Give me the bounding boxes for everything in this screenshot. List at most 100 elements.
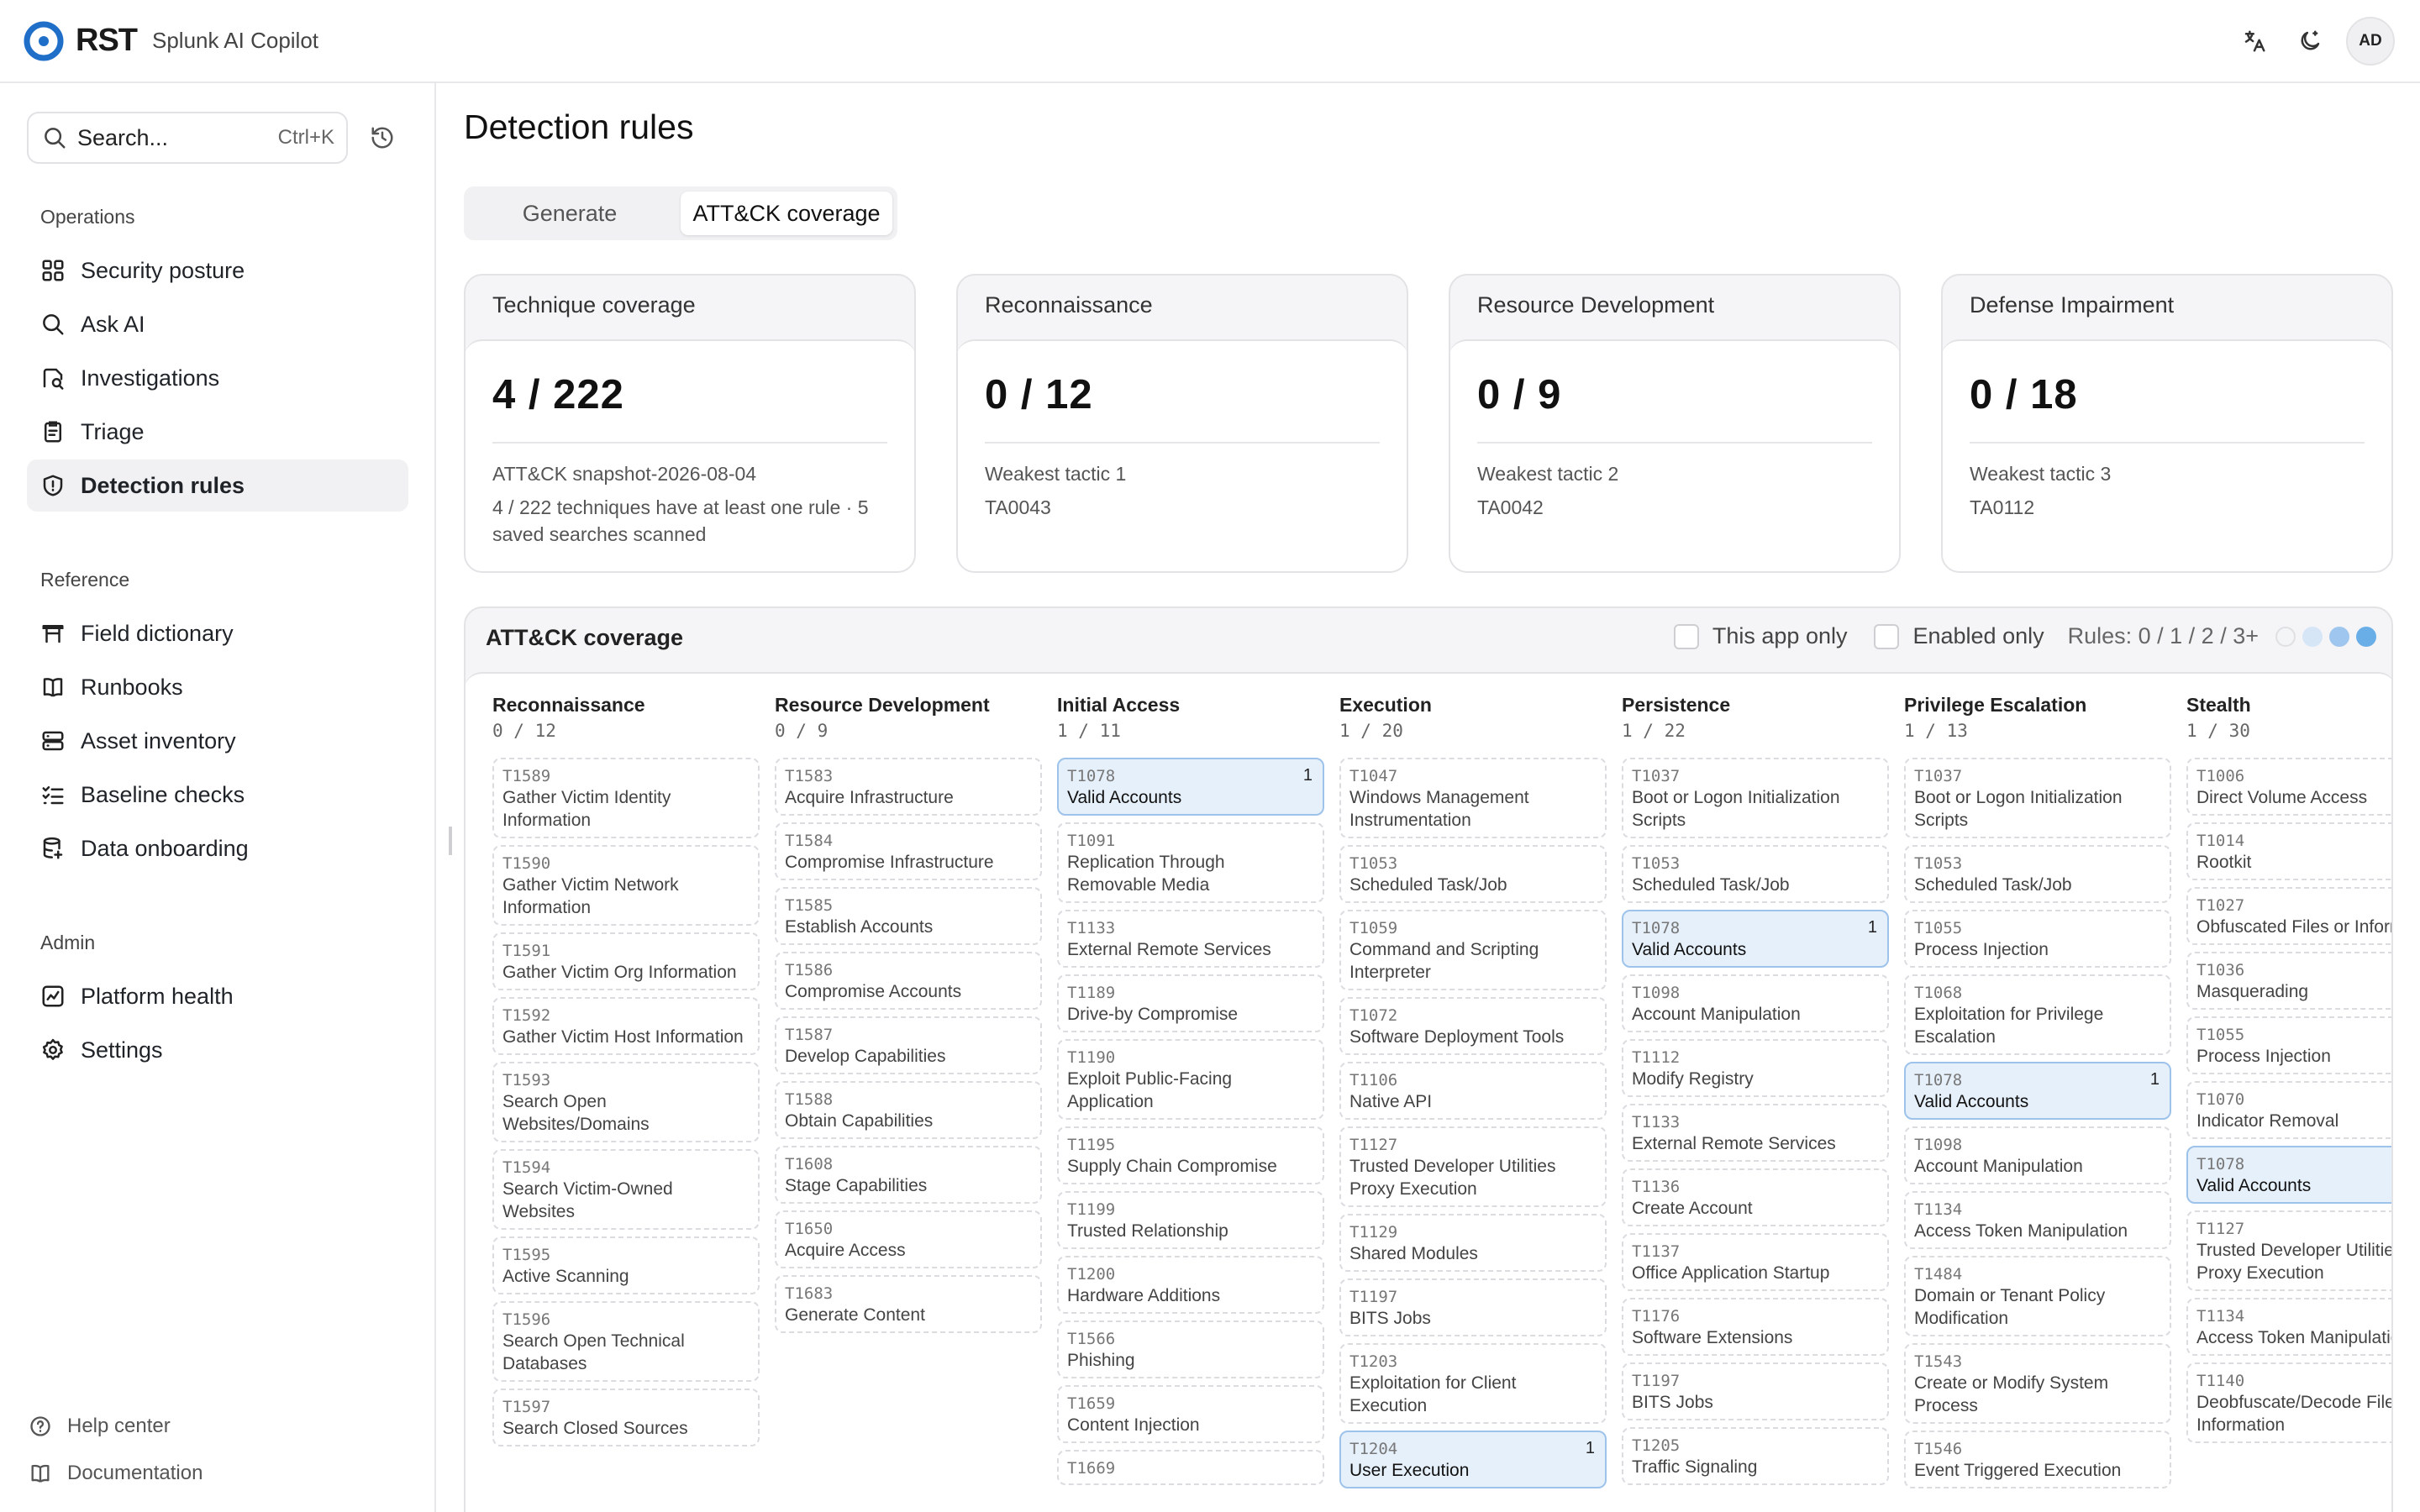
technique-cell-t1543[interactable]: T1543 Create or Modify System Process bbox=[1904, 1343, 2171, 1424]
technique-cell-t1197[interactable]: T1197 BITS Jobs bbox=[1622, 1362, 1889, 1420]
top-bar: RST Splunk AI Copilot AD bbox=[0, 0, 2420, 83]
technique-cell-t1106[interactable]: T1106 Native API bbox=[1339, 1062, 1607, 1120]
technique-cell-t1591[interactable]: T1591 Gather Victim Org Information bbox=[492, 932, 760, 990]
enabled-only-checkbox[interactable] bbox=[1874, 623, 1900, 649]
technique-cell-t1078[interactable]: T1078Valid Accounts1 bbox=[2186, 1146, 2391, 1204]
technique-cell-t1055[interactable]: T1055 Process Injection bbox=[1904, 910, 2171, 968]
technique-cell-t1134[interactable]: T1134 Access Token Manipulation bbox=[1904, 1191, 2171, 1249]
technique-cell-t1203[interactable]: T1203 Exploitation for Client Execution bbox=[1339, 1343, 1607, 1424]
nav-ask-ai[interactable]: Ask AI bbox=[27, 298, 408, 350]
nav-field-dictionary[interactable]: Field dictionary bbox=[27, 607, 408, 659]
technique-cell-t1197[interactable]: T1197 BITS Jobs bbox=[1339, 1278, 1607, 1336]
technique-cell-t1595[interactable]: T1595 Active Scanning bbox=[492, 1236, 760, 1294]
technique-cell-t1594[interactable]: T1594 Search Victim-Owned Websites bbox=[492, 1149, 760, 1230]
technique-cell-t1078[interactable]: T1078Valid Accounts1 bbox=[1904, 1062, 2171, 1120]
technique-cell-t1683[interactable]: T1683 Generate Content bbox=[775, 1275, 1042, 1333]
technique-cell-t1205[interactable]: T1205 Traffic Signaling bbox=[1622, 1427, 1889, 1485]
nav-detection-rules[interactable]: Detection rules bbox=[27, 459, 408, 512]
technique-cell-t1199[interactable]: T1199 Trusted Relationship bbox=[1057, 1191, 1324, 1249]
technique-cell-t1070[interactable]: T1070 Indicator Removal bbox=[2186, 1081, 2391, 1139]
technique-cell-t1068[interactable]: T1068 Exploitation for Privilege Escalati… bbox=[1904, 974, 2171, 1055]
enabled-only-label[interactable]: Enabled only bbox=[1912, 623, 2044, 649]
nav-platform-health[interactable]: Platform health bbox=[27, 970, 408, 1022]
technique-cell-t1037[interactable]: T1037 Boot or Logon Initialization Script… bbox=[1904, 758, 2171, 838]
technique-cell-t1006[interactable]: T1006 Direct Volume Access bbox=[2186, 758, 2391, 816]
technique-cell-t1608[interactable]: T1608 Stage Capabilities bbox=[775, 1146, 1042, 1204]
technique-cell-t1596[interactable]: T1596 Search Open Technical Databases bbox=[492, 1301, 760, 1382]
technique-cell-t1593[interactable]: T1593 Search Open Websites/Domains bbox=[492, 1062, 760, 1142]
nav-runbooks[interactable]: Runbooks bbox=[27, 661, 408, 713]
this-app-only-checkbox[interactable] bbox=[1673, 623, 1699, 649]
technique-cell-t1484[interactable]: T1484 Domain or Tenant Policy Modificatio… bbox=[1904, 1256, 2171, 1336]
documentation-link[interactable]: Documentation bbox=[27, 1460, 203, 1487]
technique-cell-t1053[interactable]: T1053 Scheduled Task/Job bbox=[1622, 845, 1889, 903]
technique-cell-t1127[interactable]: T1127 Trusted Developer Utilities Proxy E… bbox=[1339, 1126, 1607, 1207]
nav-baseline-checks[interactable]: Baseline checks bbox=[27, 769, 408, 821]
search-input[interactable]: Search... Ctrl+K bbox=[27, 112, 348, 164]
this-app-only-label[interactable]: This app only bbox=[1712, 623, 1848, 649]
technique-cell-t1597[interactable]: T1597 Search Closed Sources bbox=[492, 1389, 760, 1446]
technique-cell-t1659[interactable]: T1659 Content Injection bbox=[1057, 1385, 1324, 1443]
technique-cell-t1587[interactable]: T1587 Develop Capabilities bbox=[775, 1016, 1042, 1074]
nav-triage[interactable]: Triage bbox=[27, 406, 408, 458]
theme-toggle-icon[interactable] bbox=[2291, 18, 2329, 65]
technique-id: T1055 bbox=[1914, 919, 1963, 937]
technique-cell-t1204[interactable]: T1204 User Execution 1 bbox=[1339, 1431, 1607, 1488]
technique-cell-t1036[interactable]: T1036 Masquerading bbox=[2186, 952, 2391, 1010]
technique-cell-t1586[interactable]: T1586 Compromise Accounts bbox=[775, 952, 1042, 1010]
user-avatar[interactable]: AD bbox=[2346, 17, 2395, 66]
tab-generate[interactable]: Generate bbox=[469, 192, 671, 235]
technique-cell-t1134[interactable]: T1134 Access Token Manipulation bbox=[2186, 1298, 2391, 1356]
technique-cell-t1592[interactable]: T1592 Gather Victim Host Information bbox=[492, 997, 760, 1055]
technique-cell-t1053[interactable]: T1053 Scheduled Task/Job bbox=[1904, 845, 2171, 903]
technique-cell-t1584[interactable]: T1584 Compromise Infrastructure bbox=[775, 822, 1042, 880]
nav-asset-inventory[interactable]: Asset inventory bbox=[27, 715, 408, 767]
technique-cell-t1589[interactable]: T1589 Gather Victim Identity Information bbox=[492, 758, 760, 838]
technique-cell-t1133[interactable]: T1133 External Remote Services bbox=[1057, 910, 1324, 968]
technique-cell-t1190[interactable]: T1190 Exploit Public-Facing Application bbox=[1057, 1039, 1324, 1120]
technique-cell-t1669[interactable]: T1669 bbox=[1057, 1450, 1324, 1485]
technique-cell-t1098[interactable]: T1098 Account Manipulation bbox=[1904, 1126, 2171, 1184]
technique-cell-t1195[interactable]: T1195 Supply Chain Compromise bbox=[1057, 1126, 1324, 1184]
technique-cell-t1078[interactable]: T1078Valid Accounts1 bbox=[1057, 758, 1324, 816]
technique-cell-t1078[interactable]: T1078Valid Accounts1 bbox=[1622, 910, 1889, 968]
technique-cell-t1566[interactable]: T1566 Phishing bbox=[1057, 1320, 1324, 1378]
technique-cell-t1027[interactable]: T1027 Obfuscated Files or Information bbox=[2186, 887, 2391, 945]
technique-cell-t1053[interactable]: T1053 Scheduled Task/Job bbox=[1339, 845, 1607, 903]
technique-cell-t1176[interactable]: T1176 Software Extensions bbox=[1622, 1298, 1889, 1356]
help-center-link[interactable]: Help center bbox=[27, 1413, 171, 1440]
technique-cell-t1133[interactable]: T1133 External Remote Services bbox=[1622, 1104, 1889, 1162]
nav-investigations[interactable]: Investigations bbox=[27, 352, 408, 404]
nav-settings[interactable]: Settings bbox=[27, 1024, 408, 1076]
technique-cell-t1136[interactable]: T1136 Create Account bbox=[1622, 1168, 1889, 1226]
translate-icon[interactable] bbox=[2235, 18, 2274, 65]
technique-cell-t1098[interactable]: T1098 Account Manipulation bbox=[1622, 974, 1889, 1032]
technique-cell-t1129[interactable]: T1129 Shared Modules bbox=[1339, 1214, 1607, 1272]
technique-cell-t1590[interactable]: T1590 Gather Victim Network Information bbox=[492, 845, 760, 926]
technique-cell-t1037[interactable]: T1037 Boot or Logon Initialization Script… bbox=[1622, 758, 1889, 838]
technique-cell-t1047[interactable]: T1047 Windows Management Instrumentation bbox=[1339, 758, 1607, 838]
technique-cell-t1091[interactable]: T1091 Replication Through Removable Media bbox=[1057, 822, 1324, 903]
technique-cell-t1014[interactable]: T1014 Rootkit bbox=[2186, 822, 2391, 880]
technique-cell-t1588[interactable]: T1588 Obtain Capabilities bbox=[775, 1081, 1042, 1139]
technique-cell-t1112[interactable]: T1112 Modify Registry bbox=[1622, 1039, 1889, 1097]
technique-cell-t1189[interactable]: T1189 Drive-by Compromise bbox=[1057, 974, 1324, 1032]
rst-logo[interactable]: RST bbox=[24, 18, 138, 65]
technique-cell-t1072[interactable]: T1072 Software Deployment Tools bbox=[1339, 997, 1607, 1055]
sidebar-resize-handle[interactable] bbox=[449, 827, 452, 855]
nav-data-onboarding[interactable]: Data onboarding bbox=[27, 822, 408, 874]
technique-cell-t1055[interactable]: T1055 Process Injection bbox=[2186, 1016, 2391, 1074]
technique-cell-t1650[interactable]: T1650 Acquire Access bbox=[775, 1210, 1042, 1268]
history-icon[interactable] bbox=[366, 122, 398, 154]
tab-attack-coverage[interactable]: ATT&CK coverage bbox=[681, 192, 892, 235]
technique-cell-t1583[interactable]: T1583 Acquire Infrastructure bbox=[775, 758, 1042, 816]
technique-cell-t1127[interactable]: T1127 Trusted Developer Utilities Proxy E… bbox=[2186, 1210, 2391, 1291]
technique-cell-t1059[interactable]: T1059 Command and Scripting Interpreter bbox=[1339, 910, 1607, 990]
card-detail: TA0043 bbox=[985, 496, 1051, 518]
technique-cell-t1585[interactable]: T1585 Establish Accounts bbox=[775, 887, 1042, 945]
technique-cell-t1200[interactable]: T1200 Hardware Additions bbox=[1057, 1256, 1324, 1314]
technique-cell-t1140[interactable]: T1140 Deobfuscate/Decode Files or Informa… bbox=[2186, 1362, 2391, 1443]
technique-cell-t1137[interactable]: T1137 Office Application Startup bbox=[1622, 1233, 1889, 1291]
nav-security-posture[interactable]: Security posture bbox=[27, 244, 408, 297]
technique-cell-t1546[interactable]: T1546 Event Triggered Execution bbox=[1904, 1431, 2171, 1488]
